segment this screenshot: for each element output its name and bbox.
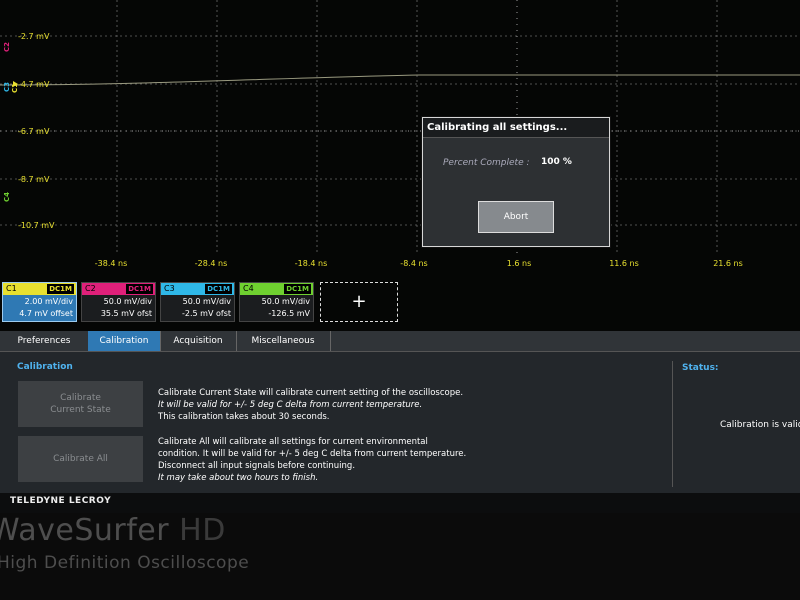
vertical-scale: 50.0 mV/div: [103, 297, 152, 306]
description-line: It may take about two hours to finish.: [158, 473, 319, 483]
description-line: condition. It will be valid for +/- 5 de…: [158, 449, 467, 459]
channel-c3-descriptor[interactable]: C3 DC1M 50.0 mV/div -2.5 mV ofst: [160, 282, 235, 322]
tab-preferences[interactable]: Preferences: [0, 331, 89, 351]
description-line: Calibrate All will calibrate all setting…: [158, 437, 428, 447]
model-name: WaveSurfer HD: [0, 513, 226, 548]
calibrate-current-state-button[interactable]: Calibrate Current State: [18, 381, 143, 427]
vertical-offset: -2.5 mV ofst: [182, 309, 231, 318]
tab-acquisition[interactable]: Acquisition: [160, 331, 237, 351]
c3-ground-marker[interactable]: C3: [3, 82, 11, 92]
c1-trace: [0, 74, 800, 86]
calibration-status-value: Calibration is valid: [720, 420, 800, 430]
channel-name: C3: [164, 284, 175, 293]
channel-name: C4: [243, 284, 254, 293]
y-axis-label: -10.7 mV: [18, 221, 55, 230]
brand-bar: TELEDYNE LECROY: [0, 493, 800, 513]
percent-complete-label: Percent Complete :: [443, 158, 530, 168]
channel-c2-descriptor[interactable]: C2 DC1M 50.0 mV/div 35.5 mV ofst: [81, 282, 156, 322]
x-axis-label: 21.6 ns: [713, 259, 743, 268]
channel-header: C3 DC1M: [161, 283, 234, 295]
calibration-heading: Calibration: [17, 362, 73, 372]
c2-ground-marker[interactable]: C2: [3, 42, 11, 52]
channel-header: C4 DC1M: [240, 283, 313, 295]
channel-header: C2 DC1M: [82, 283, 155, 295]
x-axis-label: -8.4 ns: [400, 259, 428, 268]
button-label-line: Calibrate: [60, 393, 101, 403]
y-axis-label: -8.7 mV: [18, 175, 50, 184]
abort-button[interactable]: Abort: [478, 201, 554, 233]
percent-complete-value: 100 %: [541, 157, 572, 167]
calibrate-current-description: Calibrate Current State will calibrate c…: [158, 387, 498, 423]
vertical-scale: 50.0 mV/div: [182, 297, 231, 306]
channel-descriptor-bar: C1 DC1M 2.00 mV/div 4.7 mV offset C2 DC1…: [0, 282, 800, 326]
y-axis-label: -6.7 mV: [18, 127, 50, 136]
x-axis-label: 1.6 ns: [506, 259, 532, 268]
channel-c1-descriptor[interactable]: C1 DC1M 2.00 mV/div 4.7 mV offset: [2, 282, 77, 322]
button-label-line: Current State: [50, 405, 111, 415]
coupling-badge: DC1M: [47, 284, 74, 294]
oscilloscope-screen: -2.7 mV -4.7 mV -6.7 mV -8.7 mV -10.7 mV…: [0, 0, 800, 600]
dialog-title: Calibrating all settings...: [423, 118, 609, 138]
add-channel-button[interactable]: +: [320, 282, 398, 322]
vertical-offset: -126.5 mV: [268, 309, 310, 318]
section-divider: [672, 361, 673, 487]
description-line: It will be valid for +/- 5 deg C delta f…: [158, 400, 423, 410]
vertical-offset: 35.5 mV ofst: [100, 309, 152, 318]
waveform-grid: [0, 0, 800, 255]
vertical-scale: 50.0 mV/div: [261, 297, 310, 306]
model-name-suffix: HD: [169, 513, 226, 548]
coupling-badge: DC1M: [205, 284, 232, 294]
tab-miscellaneous[interactable]: Miscellaneous: [236, 331, 331, 351]
channel-name: C1: [6, 284, 17, 293]
x-axis-label: -28.4 ns: [194, 259, 228, 268]
model-subtitle: High Definition Oscilloscope: [0, 553, 250, 573]
channel-c4-descriptor[interactable]: C4 DC1M 50.0 mV/div -126.5 mV: [239, 282, 314, 322]
calibrate-all-description: Calibrate All will calibrate all setting…: [158, 436, 498, 484]
calibrate-all-button[interactable]: Calibrate All: [18, 436, 143, 482]
x-axis-label: -18.4 ns: [294, 259, 328, 268]
model-name-main: WaveSurfer: [0, 513, 170, 548]
description-line: This calibration takes about 30 seconds.: [158, 412, 330, 422]
description-line: Disconnect all input signals before cont…: [158, 461, 356, 471]
c1-ground-marker[interactable]: C1: [11, 83, 19, 93]
calibration-progress-dialog: Calibrating all settings... Percent Comp…: [422, 117, 610, 247]
status-heading: Status:: [682, 363, 719, 373]
c4-ground-marker[interactable]: C4: [3, 192, 11, 202]
channel-name: C2: [85, 284, 96, 293]
vertical-offset: 4.7 mV offset: [19, 309, 73, 318]
x-axis-label: -38.4 ns: [94, 259, 128, 268]
channel-header: C1 DC1M: [3, 283, 76, 295]
y-axis-label: -2.7 mV: [18, 32, 50, 41]
coupling-badge: DC1M: [284, 284, 311, 294]
y-axis-label: -4.7 mV: [18, 80, 50, 89]
utilities-dialog: Preferences Calibration Acquisition Misc…: [0, 331, 800, 493]
description-line: Calibrate Current State will calibrate c…: [158, 388, 464, 398]
instrument-bezel: WaveSurfer HD High Definition Oscillosco…: [0, 513, 800, 600]
x-axis-label: 11.6 ns: [609, 259, 639, 268]
coupling-badge: DC1M: [126, 284, 153, 294]
tab-calibration[interactable]: Calibration: [88, 331, 161, 351]
vertical-scale: 2.00 mV/div: [24, 297, 73, 306]
brand-logo-text: TELEDYNE LECROY: [10, 496, 112, 506]
tab-bar: Preferences Calibration Acquisition Misc…: [0, 331, 800, 352]
